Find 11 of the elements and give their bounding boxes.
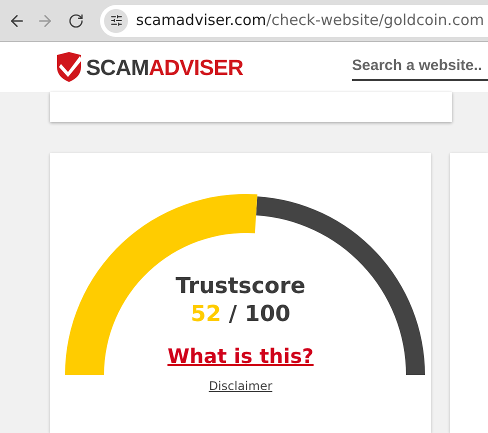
logo-text: SCAMADVISER	[86, 54, 244, 82]
disclaimer-link[interactable]: Disclaimer	[208, 377, 272, 395]
url-text: scamadviser.com/check-website/goldcoin.com	[136, 10, 484, 32]
what-is-this-link[interactable]: What is this?	[167, 341, 314, 371]
trustscore-title: Trustscore	[176, 273, 306, 301]
search-field[interactable]: Search a website..	[352, 52, 488, 82]
address-bar[interactable]: scamadviser.com/check-website/goldcoin.com	[100, 4, 488, 36]
reload-icon[interactable]	[68, 12, 84, 28]
site-settings-icon[interactable]	[104, 8, 128, 32]
shield-check-icon	[55, 51, 83, 83]
score-text: 52 / 100	[190, 301, 290, 329]
